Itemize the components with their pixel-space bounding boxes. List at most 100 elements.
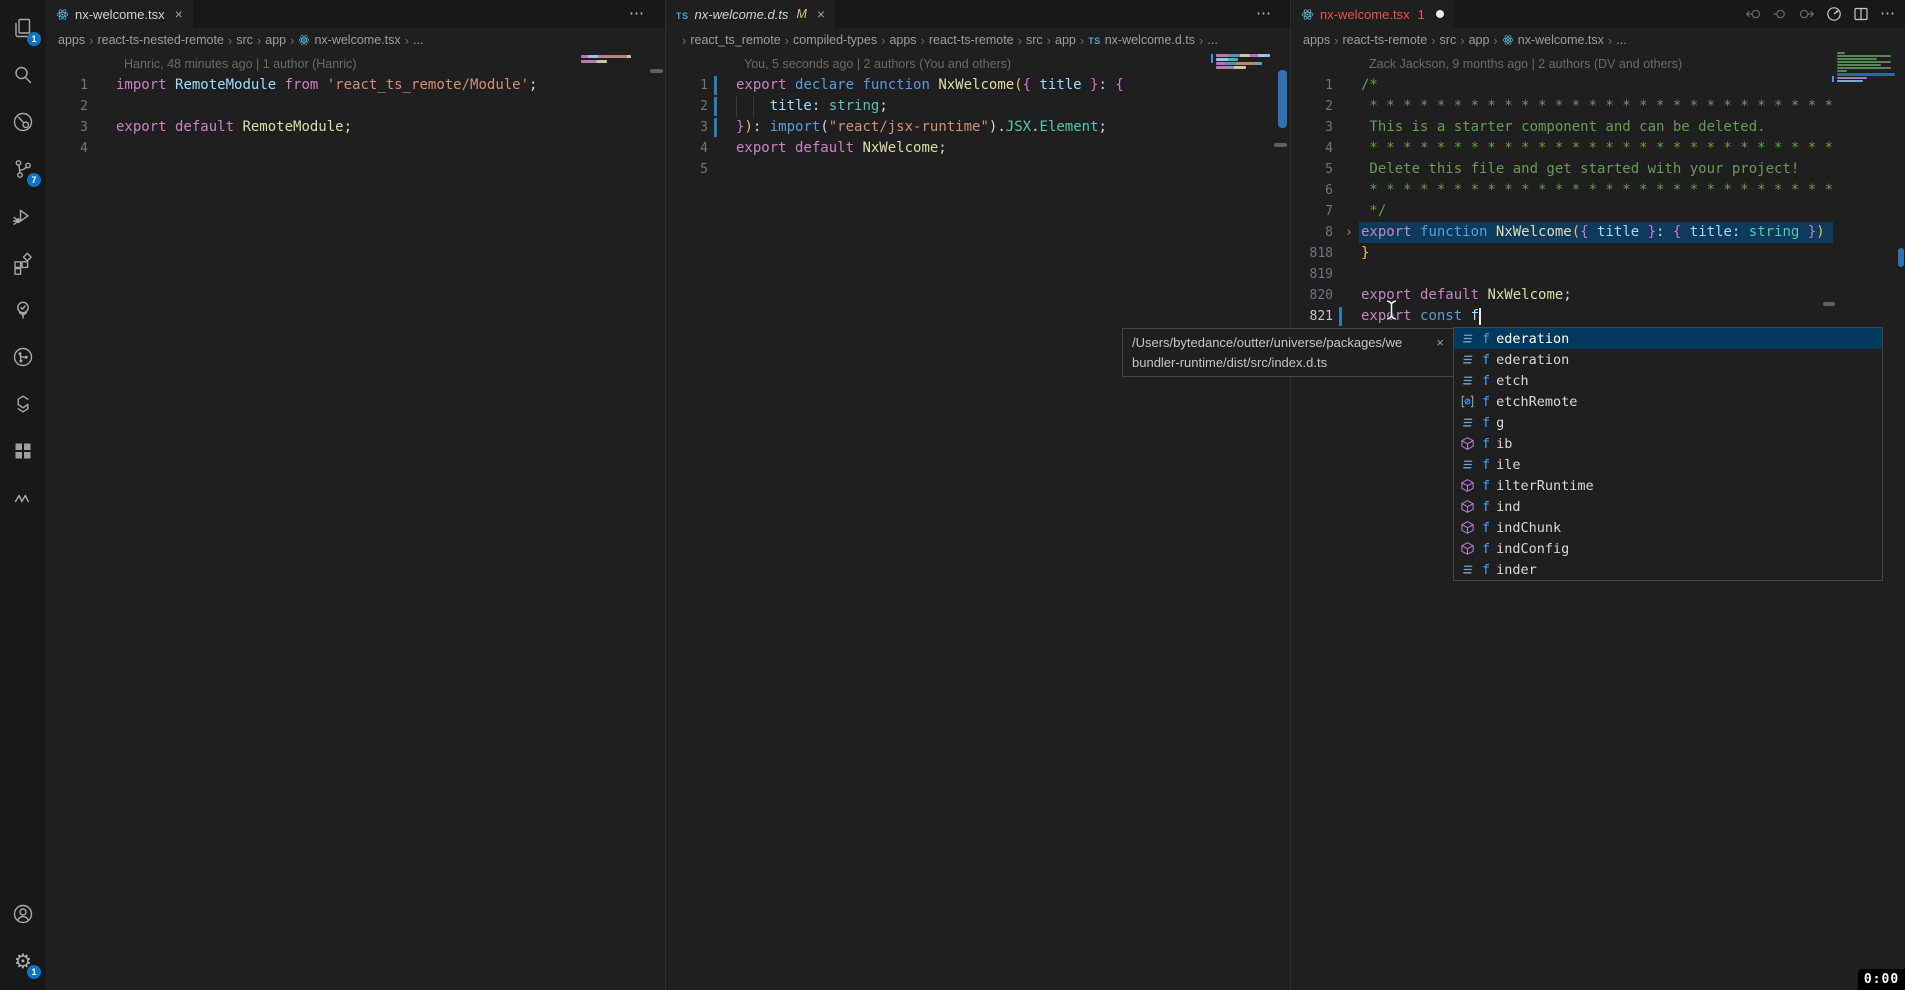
breadcrumb-item[interactable]: apps bbox=[1303, 33, 1330, 47]
breadcrumb-item[interactable]: ... bbox=[1207, 33, 1217, 47]
line-number: 6 bbox=[1291, 180, 1333, 201]
todo-tree-icon[interactable] bbox=[0, 286, 46, 333]
tab[interactable]: nx-welcome.tsx × bbox=[46, 0, 193, 28]
more-tools-icon[interactable] bbox=[0, 474, 46, 521]
symbol-method-icon bbox=[1459, 520, 1476, 536]
minimap[interactable] bbox=[581, 54, 641, 174]
extensions-icon[interactable] bbox=[0, 239, 46, 286]
code-token: NxWelcome bbox=[1487, 287, 1563, 303]
minimap-slider[interactable] bbox=[1274, 143, 1287, 147]
code-text: * * * * * * * * * * * * * * * * * * * * … bbox=[1361, 96, 1833, 117]
suggestion-item[interactable]: find bbox=[1454, 496, 1882, 517]
more-icon[interactable]: ⋯ bbox=[629, 9, 645, 19]
line-number: 2 bbox=[666, 96, 708, 117]
code-token: * * * * * * * * * * * * * * * * * * * * … bbox=[1361, 98, 1833, 114]
split-editor-icon[interactable] bbox=[1853, 6, 1869, 22]
source-control-icon[interactable]: 7 bbox=[0, 145, 46, 192]
suggestion-item[interactable]: finder bbox=[1454, 559, 1882, 580]
code-line: 5 bbox=[666, 159, 1290, 180]
minimap-slider[interactable] bbox=[1823, 302, 1835, 306]
gitlens-icon[interactable] bbox=[0, 98, 46, 145]
code-token: RemoteModule bbox=[175, 77, 276, 93]
code-token: This is a starter component and can be d… bbox=[1361, 119, 1766, 135]
code-line: 818} bbox=[1291, 243, 1905, 264]
suggestion-item[interactable]: federation bbox=[1454, 349, 1882, 370]
code-line: 3}): import("react/jsx-runtime").JSX.Ele… bbox=[666, 117, 1290, 138]
minimap[interactable] bbox=[1216, 53, 1276, 173]
breadcrumb-item[interactable]: ... bbox=[1616, 33, 1626, 47]
more-icon[interactable]: ⋯ bbox=[1256, 9, 1272, 19]
breadcrumb-item[interactable]: ... bbox=[413, 33, 423, 47]
breadcrumb-item[interactable]: compiled-types bbox=[793, 33, 877, 47]
breadcrumb-item[interactable]: src bbox=[1440, 33, 1457, 47]
suggestion-label: ile bbox=[1496, 457, 1520, 473]
code-token: from bbox=[276, 77, 327, 93]
grid-icon[interactable] bbox=[0, 427, 46, 474]
match-highlight: f bbox=[1482, 331, 1490, 347]
suggestion-item[interactable]: federation bbox=[1454, 328, 1882, 349]
explorer-icon[interactable]: 1 bbox=[0, 4, 46, 51]
settings-icon[interactable]: ⚙1 bbox=[0, 937, 46, 984]
suggestion-item[interactable]: findChunk bbox=[1454, 517, 1882, 538]
tab-label: nx-welcome.tsx bbox=[75, 7, 165, 22]
breadcrumb-item[interactable]: app bbox=[265, 33, 286, 47]
suggestion-item[interactable]: fg bbox=[1454, 412, 1882, 433]
suggestion-item[interactable]: file bbox=[1454, 454, 1882, 475]
breadcrumb-item[interactable]: src bbox=[1026, 33, 1043, 47]
suggestion-item[interactable]: fetchRemote bbox=[1454, 391, 1882, 412]
close-icon[interactable]: × bbox=[1436, 335, 1444, 350]
nav-forward-icon[interactable] bbox=[1799, 6, 1815, 22]
commit-graph-icon[interactable] bbox=[1826, 6, 1842, 22]
code-token: "react/jsx-runtime" bbox=[829, 119, 989, 135]
code-token: function bbox=[862, 77, 938, 93]
suggestion-item[interactable]: fib bbox=[1454, 433, 1882, 454]
breadcrumb-item[interactable]: apps bbox=[889, 33, 916, 47]
more-icon[interactable]: ⋯ bbox=[1880, 9, 1896, 19]
run-debug-icon[interactable] bbox=[0, 192, 46, 239]
tab-close-icon[interactable]: × bbox=[817, 6, 825, 22]
breadcrumb-item[interactable]: nx-welcome.tsx bbox=[1502, 33, 1604, 47]
line-number: 1 bbox=[1291, 75, 1333, 96]
fold-chevron-icon[interactable]: › bbox=[1345, 222, 1353, 243]
suggestion-item[interactable]: findConfig bbox=[1454, 538, 1882, 559]
accounts-icon[interactable] bbox=[0, 890, 46, 937]
code-editor[interactable]: Zack Jackson, 9 months ago | 2 authors (… bbox=[1291, 54, 1905, 327]
breadcrumb-item[interactable]: apps bbox=[58, 33, 85, 47]
code-token: ( bbox=[1014, 77, 1022, 93]
symbol-method-icon bbox=[1459, 436, 1476, 452]
suggestion-item[interactable]: filterRuntime bbox=[1454, 475, 1882, 496]
nav-circle-icon[interactable] bbox=[1772, 6, 1788, 22]
breadcrumb-item[interactable]: src bbox=[236, 33, 253, 47]
breadcrumb-item[interactable]: react-ts-remote bbox=[929, 33, 1014, 47]
breadcrumb-item[interactable]: react-ts-nested-remote bbox=[97, 33, 223, 47]
code-editor[interactable]: Hanric, 48 minutes ago | 1 author (Hanri… bbox=[46, 54, 665, 159]
suggestion-item[interactable]: fetch bbox=[1454, 370, 1882, 391]
tab-label: nx-welcome.tsx bbox=[1320, 7, 1410, 22]
tab[interactable]: nx-welcome.tsx1 bbox=[1291, 0, 1454, 28]
code-token: 'react_ts_remote/Module' bbox=[327, 77, 529, 93]
breadcrumb-item[interactable]: react-ts-remote bbox=[1342, 33, 1427, 47]
breadcrumb-item[interactable]: react_ts_remote bbox=[690, 33, 780, 47]
nav-back-icon[interactable] bbox=[1745, 6, 1761, 22]
details-path-2: bundler-runtime/dist/src/index.d.ts bbox=[1132, 355, 1444, 370]
code-token: * * * * * * * * * * * * * * * * * * * * … bbox=[1361, 140, 1833, 156]
tab[interactable]: TSnx-welcome.d.tsM× bbox=[666, 0, 835, 28]
code-editor[interactable]: You, 5 seconds ago | 2 authors (You and … bbox=[666, 54, 1290, 180]
nx-console-icon[interactable] bbox=[0, 380, 46, 427]
autocomplete-popup: federationfederationfetchfetchRemotefgfi… bbox=[1453, 327, 1883, 581]
code-text: This is a starter component and can be d… bbox=[1361, 117, 1766, 138]
tab-close-icon[interactable]: × bbox=[175, 6, 183, 22]
code-token: title bbox=[1597, 224, 1639, 240]
modified-gutter-mark bbox=[714, 97, 717, 116]
editor-actions: ⋯ bbox=[629, 0, 645, 28]
minimap-slider[interactable] bbox=[650, 69, 663, 73]
breadcrumb-item[interactable]: app bbox=[1055, 33, 1076, 47]
breadcrumb-item[interactable]: nx-welcome.tsx bbox=[298, 33, 400, 47]
code-text: export default RemoteModule; bbox=[116, 117, 352, 138]
breadcrumb-item[interactable]: TSnx-welcome.d.ts bbox=[1088, 33, 1195, 47]
breadcrumb-item[interactable]: app bbox=[1469, 33, 1490, 47]
search-icon[interactable] bbox=[0, 51, 46, 98]
git-graph-icon[interactable] bbox=[0, 333, 46, 380]
minimap[interactable] bbox=[1837, 52, 1897, 172]
breadcrumb-separator: › bbox=[1334, 33, 1338, 48]
